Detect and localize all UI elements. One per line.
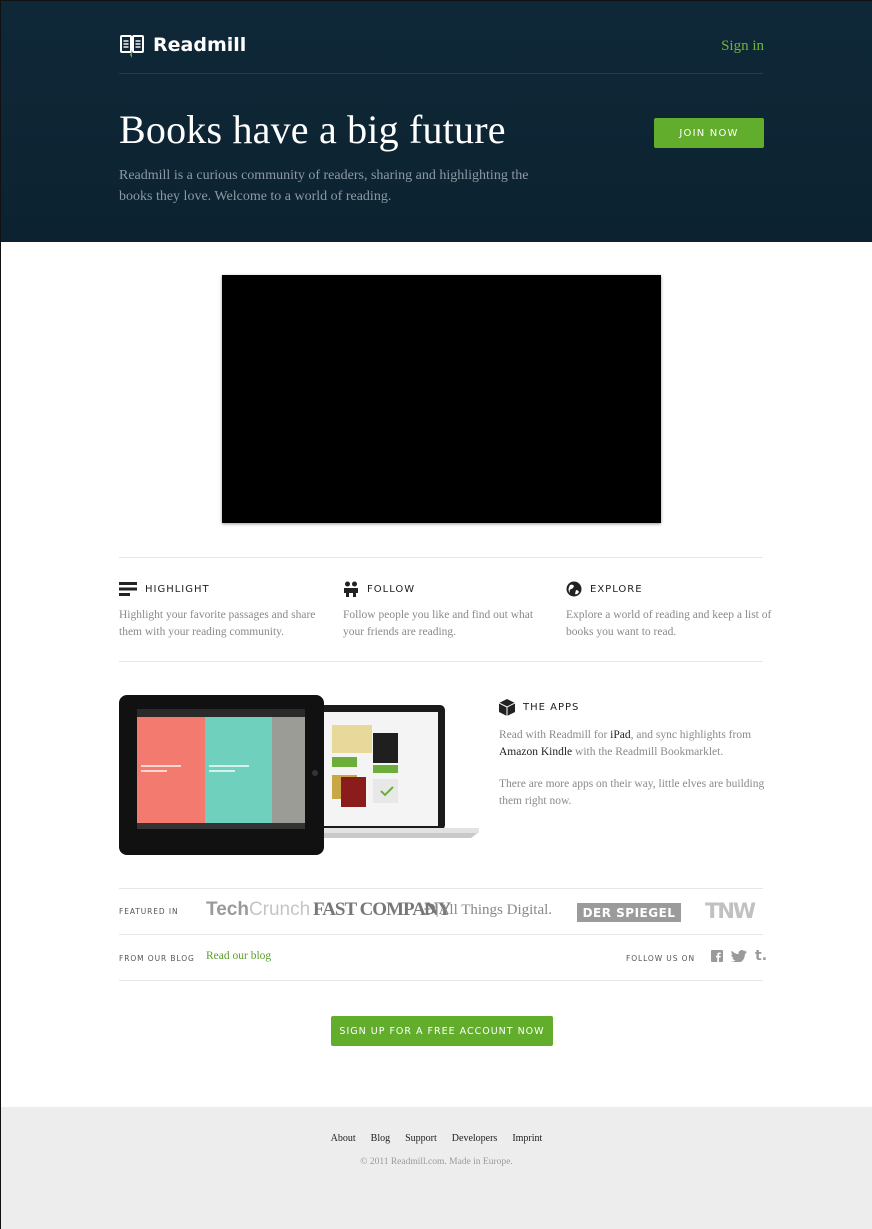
all-things-digital-logo[interactable]: Ð|All Things Digital.	[424, 901, 552, 919]
from-our-blog-label: FROM OUR BLOG	[119, 954, 195, 963]
featured-in-label: FEATURED IN	[119, 907, 179, 916]
apps-paragraph: Read with Readmill for iPad, and sync hi…	[499, 729, 752, 758]
page: Readmill Sign in Books have a big future…	[1, 1, 872, 1229]
divider	[119, 888, 763, 889]
divider	[119, 557, 763, 558]
tumblr-icon[interactable]: t.	[755, 948, 767, 964]
devices-illustration	[119, 695, 479, 855]
feature-text: Highlight your favorite passages and sha…	[119, 609, 316, 638]
social-links: t.	[711, 948, 767, 964]
der-spiegel-logo[interactable]: DER SPIEGEL	[577, 903, 681, 922]
divider	[119, 980, 763, 981]
globe-icon	[566, 581, 582, 597]
feature-highlight: HIGHLIGHT Highlight your favorite passag…	[119, 579, 329, 641]
highlight-lines-icon	[119, 582, 137, 596]
brand-logo[interactable]: Readmill	[119, 32, 246, 58]
cube-icon	[499, 698, 515, 716]
feature-title: FOLLOW	[367, 583, 416, 595]
hero-header: Readmill Sign in Books have a big future…	[1, 1, 872, 242]
people-icon	[344, 581, 358, 597]
apps-paragraph-more: There are more apps on their way, little…	[499, 778, 765, 807]
feature-text: Explore a world of reading and keep a li…	[566, 609, 772, 638]
footer-link-about[interactable]: About	[331, 1133, 356, 1144]
header-divider	[119, 73, 763, 74]
divider	[119, 661, 763, 662]
footer-link-blog[interactable]: Blog	[371, 1133, 390, 1144]
tnw-logo[interactable]: TNW	[705, 899, 756, 923]
feature-text: Follow people you like and find out what…	[343, 609, 534, 638]
sign-in-link[interactable]: Sign in	[721, 38, 764, 55]
techcrunch-logo[interactable]: TechCrunch	[206, 899, 310, 921]
brand-name: Readmill	[153, 34, 247, 56]
feature-title: HIGHLIGHT	[145, 583, 210, 595]
feature-explore: EXPLORE Explore a world of reading and k…	[566, 579, 776, 641]
ipad-link[interactable]: iPad	[610, 729, 630, 741]
join-now-button[interactable]: JOIN NOW	[654, 118, 764, 148]
hero-title: Books have a big future	[119, 107, 506, 152]
apps-section: THE APPS Read with Readmill for iPad, an…	[499, 697, 769, 810]
kindle-link[interactable]: Amazon Kindle	[499, 746, 572, 758]
facebook-icon[interactable]	[711, 950, 723, 962]
hero-subtitle: Readmill is a curious community of reade…	[119, 168, 529, 204]
apps-title: THE APPS	[523, 701, 580, 713]
footer-link-imprint[interactable]: Imprint	[512, 1133, 542, 1144]
read-blog-link[interactable]: Read our blog	[206, 950, 271, 962]
follow-us-label: FOLLOW US ON	[626, 954, 695, 963]
feature-follow: FOLLOW Follow people you like and find o…	[343, 579, 553, 641]
footer-link-support[interactable]: Support	[405, 1133, 437, 1144]
footer-link-developers[interactable]: Developers	[452, 1133, 498, 1144]
twitter-icon[interactable]	[731, 950, 747, 962]
footer-nav: About Blog Support Developers Imprint	[1, 1133, 872, 1144]
copyright: © 2011 Readmill.com. Made in Europe.	[360, 1157, 513, 1167]
divider	[119, 934, 763, 935]
video-player[interactable]	[222, 275, 661, 523]
footer: About Blog Support Developers Imprint © …	[1, 1107, 872, 1229]
feature-title: EXPLORE	[590, 583, 643, 595]
sign-up-button[interactable]: SIGN UP FOR A FREE ACCOUNT NOW	[331, 1016, 553, 1046]
open-book-icon	[120, 35, 144, 58]
